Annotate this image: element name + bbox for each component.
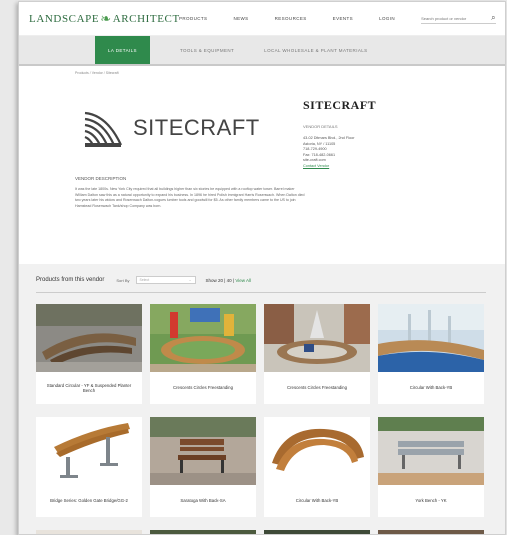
product-image[interactable] xyxy=(264,417,370,485)
search-box: ⌕ xyxy=(421,13,496,24)
product-image[interactable] xyxy=(150,304,256,372)
search-icon[interactable]: ⌕ xyxy=(491,13,495,23)
product-image[interactable] xyxy=(378,304,484,372)
product-card[interactable] xyxy=(264,530,370,534)
sort-select-value: Select xyxy=(139,278,150,282)
product-name[interactable]: Circular With Back-YB xyxy=(378,372,484,404)
show-count-controls[interactable]: Show 20 | 40 | View All xyxy=(206,278,252,283)
search-input[interactable] xyxy=(421,15,492,21)
sitecraft-mark-icon xyxy=(84,111,122,147)
show-count-label[interactable]: Show 20 | 40 | xyxy=(206,278,235,283)
product-name[interactable]: York Bench - YK xyxy=(378,485,484,517)
product-name[interactable]: Saratoga With Back-SA xyxy=(150,485,256,517)
logo-text-right: ARCHITECT xyxy=(112,12,180,25)
site-logo[interactable]: LANDSCAPE ❧ ARCHITECT xyxy=(29,10,179,27)
product-image[interactable] xyxy=(36,417,142,485)
product-card[interactable]: Standard Circular - YF & Suspended Plant… xyxy=(36,304,142,404)
nav-resources[interactable]: RESOURCES xyxy=(275,16,307,21)
product-image[interactable] xyxy=(264,304,370,372)
product-name[interactable]: Crescents Circles Freestanding xyxy=(264,372,370,404)
product-image[interactable] xyxy=(150,530,256,534)
vendor-details-heading: VENDOR DETAILS xyxy=(303,124,338,129)
vendor-details: 43-02 Ditmars Blvd., 2nd Floor Astoria, … xyxy=(303,136,355,170)
sort-select[interactable]: Select ⌄ xyxy=(135,276,196,284)
product-name[interactable]: Circular With Back-YB xyxy=(264,485,370,517)
product-image[interactable] xyxy=(36,304,142,372)
product-name[interactable]: Standard Circular - YF & Suspended Plant… xyxy=(36,372,142,404)
product-card[interactable]: Saratoga With Back-SA xyxy=(150,417,256,517)
products-header: Products from this vendor Sort By Select… xyxy=(36,276,486,293)
vendor-description-heading: VENDOR DESCRIPTION xyxy=(75,176,127,181)
products-section: Products from this vendor Sort By Select… xyxy=(19,264,505,534)
product-card[interactable] xyxy=(36,530,142,534)
tab-tools-equipment[interactable]: TOOLS & EQUIPMENT xyxy=(180,36,234,64)
nav-products[interactable]: PRODUCTS xyxy=(179,16,207,21)
sub-nav: LA DETAILS TOOLS & EQUIPMENT LOCAL WHOLE… xyxy=(19,36,505,66)
product-image[interactable] xyxy=(378,530,484,534)
product-card[interactable]: Crescents Circles Freestanding xyxy=(264,304,370,404)
main-nav: PRODUCTS NEWS RESOURCES EVENTS LOGIN xyxy=(179,16,421,21)
browser-page: LANDSCAPE ❧ ARCHITECT PRODUCTS NEWS RESO… xyxy=(18,1,506,535)
product-image[interactable] xyxy=(36,530,142,534)
sort-by-label: Sort By xyxy=(116,277,130,283)
tab-local-wholesale[interactable]: LOCAL WHOLESALE & PLANT MATERIALS xyxy=(264,36,367,64)
product-card[interactable] xyxy=(378,530,484,534)
leaf-icon: ❧ xyxy=(100,10,112,26)
view-all-link[interactable]: View All xyxy=(235,278,251,283)
product-image[interactable] xyxy=(264,530,370,534)
nav-events[interactable]: EVENTS xyxy=(333,16,353,21)
vendor-address-1: 43-02 Ditmars Blvd., 2nd Floor xyxy=(303,136,355,140)
tab-la-details[interactable]: LA DETAILS xyxy=(95,36,150,64)
product-card[interactable]: York Bench - YK xyxy=(378,417,484,517)
vendor-logo: SITECRAFT xyxy=(81,98,261,158)
product-name[interactable]: Bridge Series: Golden Gate Bridge/GG-2 xyxy=(36,485,142,517)
nav-login[interactable]: LOGIN xyxy=(379,16,395,21)
product-grid-partial-row xyxy=(36,530,484,534)
product-image[interactable] xyxy=(150,417,256,485)
contact-vendor-link[interactable]: Contact Vendor xyxy=(303,164,355,170)
logo-text-left: LANDSCAPE xyxy=(29,12,100,25)
breadcrumb[interactable]: Products / Vendor / Sitecraft xyxy=(75,71,119,75)
product-card[interactable]: Bridge Series: Golden Gate Bridge/GG-2 xyxy=(36,417,142,517)
product-card[interactable] xyxy=(150,530,256,534)
vendor-name: SITECRAFT xyxy=(303,98,377,112)
products-title: Products from this vendor xyxy=(36,277,105,283)
chevron-down-icon: ⌄ xyxy=(188,278,192,282)
product-name[interactable]: Crescents Circles Freestanding xyxy=(150,372,256,404)
product-card[interactable]: Circular With Back-YB xyxy=(264,417,370,517)
top-header: LANDSCAPE ❧ ARCHITECT PRODUCTS NEWS RESO… xyxy=(19,2,505,36)
product-image[interactable] xyxy=(378,417,484,485)
nav-news[interactable]: NEWS xyxy=(233,16,248,21)
vendor-description: It was the late 1800s. New York City req… xyxy=(75,187,305,208)
product-card[interactable]: Circular With Back-YB xyxy=(378,304,484,404)
product-card[interactable]: Crescents Circles Freestanding xyxy=(150,304,256,404)
product-grid: Standard Circular - YF & Suspended Plant… xyxy=(36,304,484,517)
vendor-logo-text: SITECRAFT xyxy=(133,115,260,140)
